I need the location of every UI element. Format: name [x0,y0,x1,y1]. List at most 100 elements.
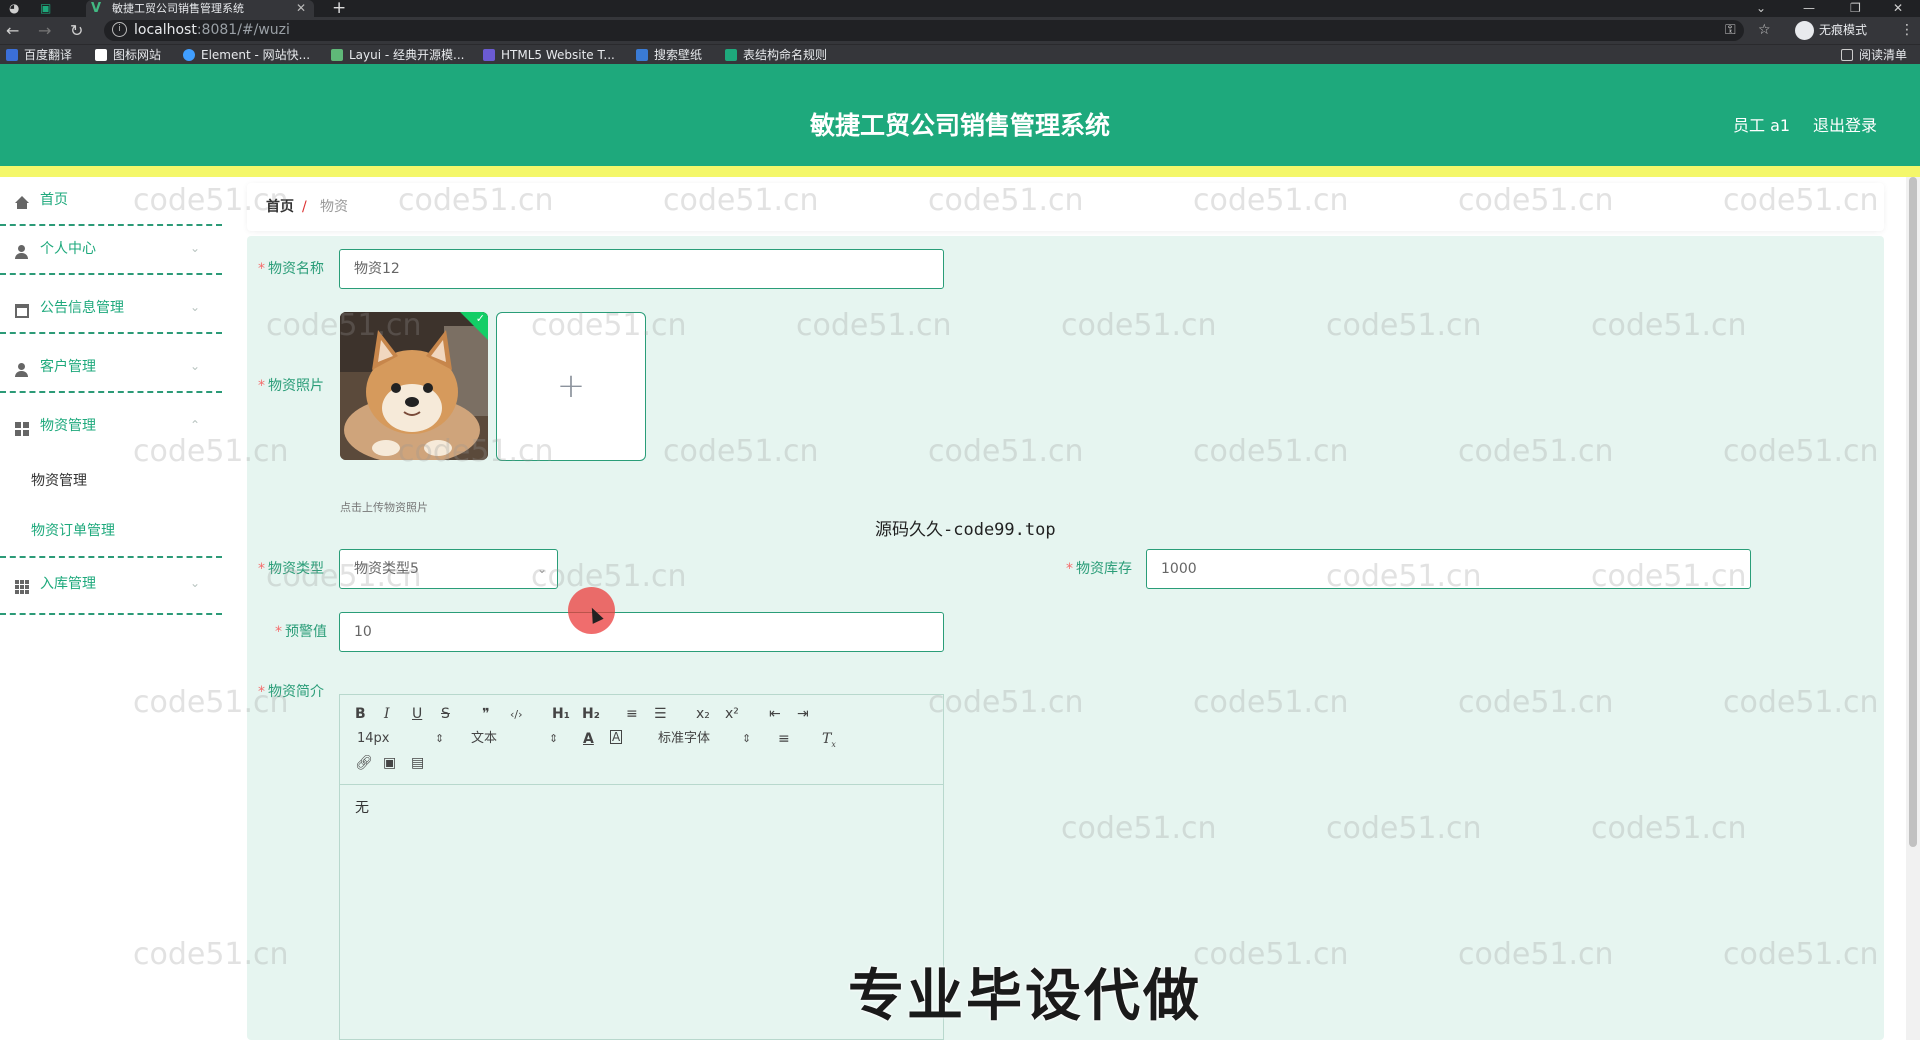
bullet-list-button[interactable]: ☰ [654,705,667,723]
browser-more-icon[interactable]: ⋮ [1900,20,1914,41]
link-icon[interactable]: 🔗︎ [355,754,373,772]
warn-input[interactable]: 10 [339,612,944,652]
underline-button[interactable]: U [412,705,422,723]
site-info-icon[interactable]: i [112,22,127,37]
back-icon[interactable]: ← [6,21,19,40]
bold-button[interactable]: B [355,705,366,723]
background-color-icon[interactable]: A [610,730,623,744]
incognito-badge[interactable]: 无痕模式 [1795,21,1901,40]
app-title: 敏捷工贸公司销售管理系统 [809,111,1110,140]
breadcrumb-home[interactable]: 首页 [266,197,294,217]
intro-label: * 物资简介 [258,684,324,700]
breadcrumb-current: 物资 [320,199,348,215]
restore-icon[interactable]: ❐ [1850,0,1861,17]
check-icon: ✓ [475,312,485,325]
italic-button[interactable]: I [384,705,390,723]
type-select[interactable]: 物资类型5 ⌄ [339,549,558,589]
close-window-icon[interactable]: ✕ [1893,0,1903,17]
header-value: 文本 [471,731,498,746]
url-text: localhost:8081/#/wuzi [134,22,290,38]
goods-photo[interactable]: ✓ [340,312,488,460]
sidebar: 首页 个人中心 ⌄ 公告信息管理 ⌄ 客户管理 ⌄ 物资管理 ⌃ 物资管理 物资… [0,177,222,1040]
sidebar-item-goods[interactable]: 物资管理 ⌃ [0,403,222,452]
browser-menu-icon[interactable]: ◕ [9,0,19,17]
image-icon[interactable]: ▣ [383,754,396,772]
page-scrollbar[interactable] [1906,177,1920,1040]
promo-overlay-text: 专业毕设代做 [848,964,1202,1029]
video-icon[interactable]: ▤ [411,754,424,772]
bookmark-item[interactable]: 表结构命名规则 [725,45,827,65]
sidebar-item-label: 公告信息管理 [40,300,124,316]
sidebar-item-label: 入库管理 [40,576,96,592]
reload-icon[interactable]: ↻ [70,21,83,40]
chevron-down-icon: ⌄ [536,562,547,576]
bookmark-item[interactable]: 搜索壁纸 [636,45,702,65]
bookmark-item[interactable]: 图标网站 [95,45,161,65]
key-icon[interactable]: ⚿ [1725,20,1736,41]
bookmark-item[interactable]: Layui - 经典开源模... [331,45,464,65]
editor-toolbar: B I U S ❞ ‹/› H₁ H₂ ≡ ☰ x₂ x² ⇤ ⇥ 14px ⇕ … [340,695,943,785]
indent-button[interactable]: ⇥ [797,705,809,723]
sidebar-item-personal[interactable]: 个人中心 ⌄ [0,226,222,275]
header-select[interactable]: 文本 ⇕ [471,730,561,748]
name-input[interactable]: 物资12 [339,249,944,289]
align-icon[interactable]: ≡ [778,730,790,748]
breadcrumb-separator: / [302,199,307,215]
app-header: 敏捷工贸公司销售管理系统 员工 a1 退出登录 [0,64,1920,166]
font-size-select[interactable]: 14px ⇕ [357,730,447,748]
sidebar-item-label: 客户管理 [40,359,96,375]
sidebar-item-stock-in[interactable]: 入库管理 ⌄ [0,558,222,615]
sidebar-item-customer[interactable]: 客户管理 ⌄ [0,344,222,393]
grid-icon [15,422,29,436]
tab-search-icon[interactable]: ⌄ [1756,0,1766,17]
home-icon [15,196,29,209]
font-family-select[interactable]: 标准字体 ⇕ [658,730,753,748]
browser-tab-title: 敏捷工贸公司销售管理系统 [112,2,244,15]
star-icon[interactable]: ☆ [1758,20,1771,41]
wallpaper-icon [636,48,648,61]
sidebar-item-home[interactable]: 首页 [0,177,222,226]
h2-button[interactable]: H₂ [582,705,600,723]
source-overlay-text: 源码久久-code99.top [875,520,1056,540]
breadcrumb: 首页 / 物资 [247,183,1884,231]
h1-button[interactable]: H₁ [552,705,570,723]
ordered-list-button[interactable]: ≡ [626,705,638,723]
sidebar-item-label: 物资管理 [40,418,96,434]
sidebar-subitem-goods[interactable]: 物资管理 [31,471,87,491]
header-accent-bar [0,166,1920,177]
logout-link[interactable]: 退出登录 [1813,116,1877,136]
sidebar-item-notice[interactable]: 公告信息管理 ⌄ [0,285,222,334]
sidebar-subitem-goods-orders[interactable]: 物资订单管理 [31,521,115,541]
editor-content[interactable]: 无 [355,798,369,818]
font-color-icon[interactable]: A [583,730,594,748]
chevron-down-icon: ⌄ [190,300,201,314]
superscript-button[interactable]: x² [725,705,739,723]
strike-button[interactable]: S [441,705,450,723]
sidebar-item-label: 首页 [40,192,68,208]
incognito-label: 无痕模式 [1819,23,1868,37]
stock-input[interactable]: 1000 [1146,549,1751,589]
new-tab-icon[interactable]: + [332,0,346,17]
bookmark-item[interactable]: Element - 网站快... [183,45,310,65]
forward-icon[interactable]: → [38,21,51,40]
sidebar-item-label: 个人中心 [40,241,96,257]
subscript-button[interactable]: x₂ [696,705,710,723]
bookmarks-bar: 百度翻译 图标网站 Element - 网站快... Layui - 经典开源模… [0,44,1920,64]
close-tab-icon[interactable]: ✕ [296,0,306,17]
photo-upload-button[interactable]: + [496,312,646,461]
url-field[interactable]: i localhost:8081/#/wuzi [104,20,1744,41]
reading-list[interactable]: 阅读清单 [1841,45,1907,65]
code-button[interactable]: ‹/› [510,706,523,724]
outdent-button[interactable]: ⇤ [769,705,781,723]
browser-tab[interactable]: V 敏捷工贸公司销售管理系统 ✕ [86,0,314,17]
scrollbar-thumb[interactable] [1909,177,1917,847]
clear-format-icon[interactable]: Tx [822,730,836,754]
reading-list-icon [1841,48,1853,61]
translate-icon [6,48,18,61]
grid-icon [15,580,29,594]
tab-group-icon[interactable]: ▣ [40,0,51,17]
bookmark-item[interactable]: 百度翻译 [6,45,72,65]
minimize-icon[interactable]: — [1803,0,1815,17]
quote-button[interactable]: ❞ [482,705,490,723]
bookmark-item[interactable]: HTML5 Website T... [483,45,615,65]
